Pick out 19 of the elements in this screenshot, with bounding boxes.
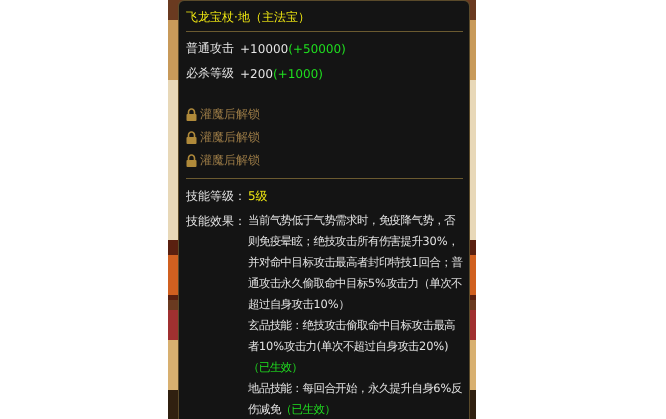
locked-slot-text: 灌魔后解锁 (200, 106, 260, 122)
stat-label: 普通攻击 (186, 40, 234, 57)
item-title: 飞龙宝杖·地（主法宝） (186, 9, 310, 26)
lock-icon (186, 154, 197, 166)
effect-paragraph: 当前气势低于气势需求时，免疫降气势，否则免疫晕眩；绝技攻击所有伤害提升30%，并对命中目标攻击最高者封印特技1回合；普通攻击永久偷取命中目标5%攻击力（单次不超过自身攻击10%） (248, 212, 463, 313)
skill-level-value: 5级 (248, 188, 268, 205)
skill-level-label: 技能等级： (186, 188, 247, 205)
stat-bonus: (+50000) (288, 42, 346, 56)
stat-label: 必杀等级 (186, 65, 234, 82)
locked-slot-text: 灌魔后解锁 (200, 152, 260, 168)
effect-paragraph: 玄品技能：绝技攻击偷取命中目标攻击最高者10%攻击力(单次不超过自身攻击20%) （已生效） (248, 317, 456, 376)
skill-effect-label: 技能效果： (186, 213, 247, 230)
stat-value: +200 (240, 66, 273, 80)
locked-slot-text: 灌魔后解锁 (200, 128, 260, 146)
lock-icon (186, 130, 197, 144)
stat-bonus: (+1000) (272, 66, 323, 80)
stat-value: +10000 (240, 42, 288, 56)
effect-paragraph: 地品技能：每回合开始，永久提升自身6%反伤减免（已生效） (248, 380, 463, 418)
lock-icon (186, 108, 197, 120)
